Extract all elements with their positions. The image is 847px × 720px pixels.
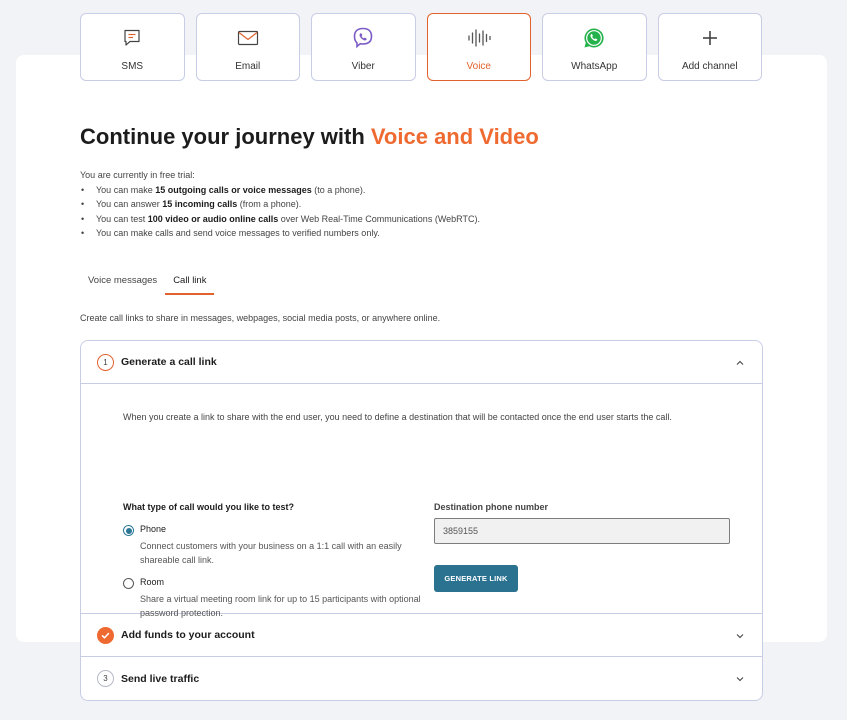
channel-label: Email [235, 61, 261, 72]
steps-accordion: 1 Generate a call link When you create a… [80, 340, 763, 701]
trial-info: You are currently in free trial: You can… [80, 168, 480, 241]
bullet-bold: 15 incoming calls [162, 199, 238, 209]
channel-email[interactable]: Email [195, 13, 300, 81]
channel-voice[interactable]: Voice [426, 13, 531, 81]
call-type-question: What type of call would you like to test… [123, 502, 295, 512]
sms-icon [120, 26, 144, 50]
plus-icon [698, 26, 722, 50]
step-number: 1 [97, 353, 114, 371]
bullet-text: (to a phone). [311, 184, 366, 195]
page-title-prefix: Continue your journey with [80, 124, 371, 149]
step-traffic-header[interactable]: 3 Send live traffic [81, 657, 762, 700]
viber-icon [351, 26, 375, 50]
bullet-bold: 15 outgoing calls or voice messages [155, 184, 312, 195]
radio-phone[interactable]: Phone [123, 524, 166, 536]
whatsapp-icon [582, 26, 606, 50]
destination-phone-input[interactable]: 3859155 [434, 518, 730, 544]
bullet-text: You can make [96, 184, 156, 195]
step-generate-header[interactable]: 1 Generate a call link [81, 341, 762, 384]
channel-selector: SMS Email Viber Voice WhatsApp Add chann… [80, 13, 762, 81]
bullet-bold: 100 video or audio online calls [147, 213, 279, 224]
radio-label: Room [140, 577, 165, 587]
bullet-text: You can test [96, 213, 148, 224]
trial-bullet: You can make 15 outgoing calls or voice … [80, 183, 480, 198]
bullet-text: (from a phone). [237, 199, 302, 209]
generate-link-button[interactable]: GENERATE LINK [434, 565, 518, 592]
chevron-down-icon [736, 677, 744, 682]
generate-intro: When you create a link to share with the… [123, 412, 672, 422]
channel-label: SMS [121, 61, 144, 72]
bullet-text: over Web Real-Time Communications (WebRT… [278, 213, 480, 224]
chevron-down-icon [736, 634, 744, 639]
voice-icon [467, 26, 491, 50]
email-icon [236, 26, 260, 50]
trial-bullet: You can test 100 video or audio online c… [80, 212, 480, 227]
radio-room[interactable]: Room [123, 577, 164, 589]
step-title: Add funds to your account [121, 629, 255, 641]
tab-voice-messages[interactable]: Voice messages [80, 270, 165, 295]
page-title: Continue your journey with Voice and Vid… [80, 124, 539, 150]
tab-call-link[interactable]: Call link [165, 270, 215, 295]
check-icon [97, 626, 114, 644]
channel-label: Add channel [681, 61, 738, 72]
radio-checked-icon [123, 525, 134, 536]
channel-viber[interactable]: Viber [311, 13, 416, 81]
radio-label: Phone [140, 524, 167, 534]
channel-add[interactable]: Add channel [657, 13, 762, 81]
channel-sms[interactable]: SMS [80, 13, 185, 81]
radio-unchecked-icon [123, 578, 134, 589]
call-link-description: Create call links to share in messages, … [80, 313, 441, 323]
trial-bullet: You can answer 15 incoming calls (from a… [80, 197, 480, 212]
channel-label: Voice [466, 61, 491, 72]
destination-label: Destination phone number [434, 502, 549, 512]
step-generate-body: When you create a link to share with the… [81, 384, 762, 618]
chevron-up-icon [736, 360, 744, 365]
channel-whatsapp[interactable]: WhatsApp [542, 13, 647, 81]
channel-label: Viber [351, 61, 375, 72]
channel-label: WhatsApp [571, 61, 618, 72]
bullet-text: You can answer [96, 199, 163, 209]
step-title: Send live traffic [121, 672, 200, 685]
step-funds-header[interactable]: Add funds to your account [81, 614, 762, 657]
phone-description: Connect customers with your business on … [140, 541, 402, 565]
page-title-accent: Voice and Video [370, 124, 539, 149]
tab-bar: Voice messages Call link [80, 270, 215, 295]
trial-bullet: You can make calls and send voice messag… [80, 226, 480, 241]
trial-intro: You are currently in free trial: [80, 170, 195, 180]
step-number: 3 [97, 670, 114, 687]
step-title: Generate a call link [121, 356, 217, 368]
